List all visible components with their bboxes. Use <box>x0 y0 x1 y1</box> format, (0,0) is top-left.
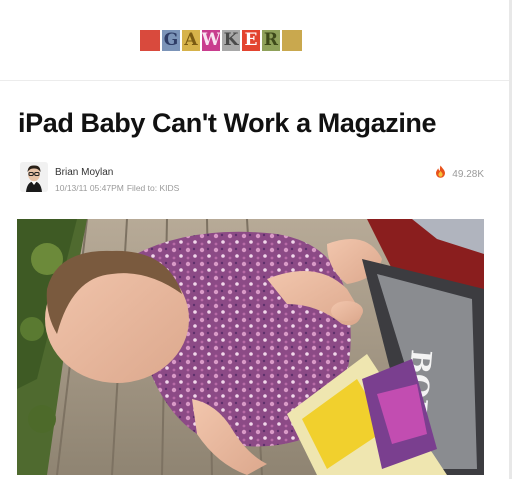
view-counter: 49.28K <box>435 165 484 183</box>
logo-letter-tile <box>282 30 302 51</box>
author-name[interactable]: Brian Moylan <box>55 167 113 178</box>
post-timestamp[interactable]: 10/13/11 05:47PM <box>55 183 124 193</box>
gawker-logo[interactable]: GAWKER <box>140 30 302 52</box>
logo-letter-tile: W <box>201 30 221 51</box>
author-avatar[interactable] <box>20 162 48 192</box>
flame-icon <box>435 165 446 183</box>
logo-letter-tile: E <box>242 30 260 51</box>
logo-letter-tile: G <box>162 30 180 51</box>
logo-letter-tile: A <box>182 30 200 51</box>
view-count: 49.28K <box>452 168 484 180</box>
article-title: iPad Baby Can't Work a Magazine <box>18 108 437 138</box>
site-header: GAWKER <box>0 0 509 81</box>
filed-to-tag[interactable]: Filed to: KIDS <box>127 183 179 193</box>
logo-letter-tile: K <box>222 30 240 51</box>
post-meta: 10/13/11 05:47PM Filed to: KIDS <box>55 183 179 193</box>
logo-letter-tile <box>140 30 160 51</box>
logo-letter-tile: R <box>262 30 280 51</box>
byline: Brian Moylan 10/13/11 05:47PM Filed to: K… <box>18 162 488 196</box>
article-photo[interactable]: BOD <box>17 219 484 475</box>
